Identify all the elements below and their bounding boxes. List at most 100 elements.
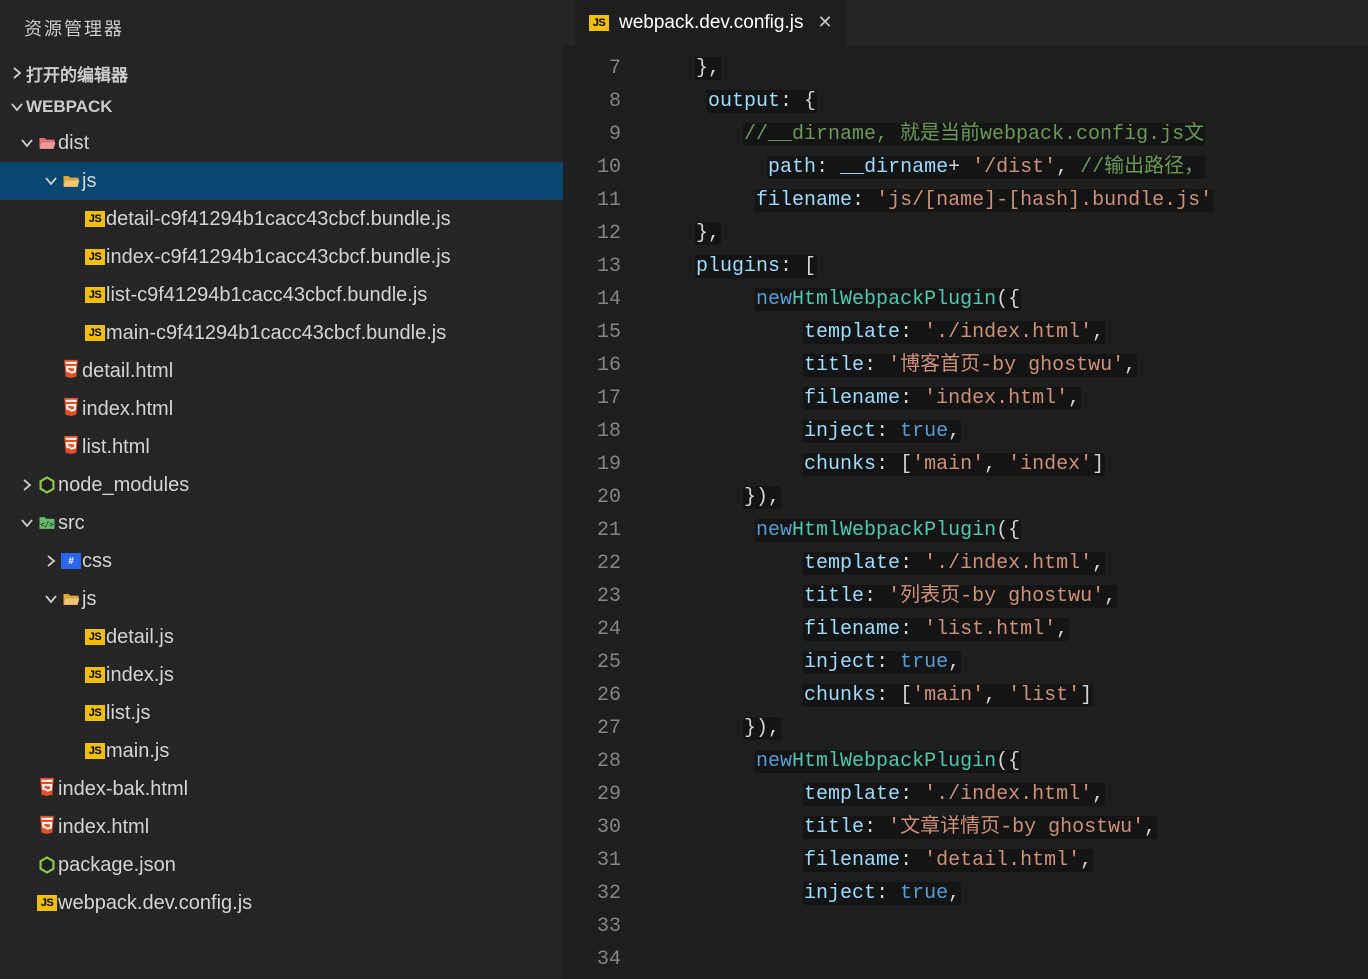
line-number: 17 <box>563 382 621 415</box>
code-line <box>647 943 1368 976</box>
line-number: 22 <box>563 547 621 580</box>
code-line: inject: true, <box>647 646 1368 679</box>
tree-item-label: list-c9f41294b1cacc43cbcf.bundle.js <box>106 284 427 307</box>
file-detail-html[interactable]: detail.html <box>0 352 563 390</box>
code-line: }, <box>647 52 1368 85</box>
file-main-bundle[interactable]: JSmain-c9f41294b1cacc43cbcf.bundle.js <box>0 314 563 352</box>
js-file-icon: JS <box>84 743 106 759</box>
file-list-html[interactable]: list.html <box>0 428 563 466</box>
code-line: newHtmlWebpackPlugin({ <box>647 283 1368 316</box>
tree-item-label: index-bak.html <box>58 778 188 801</box>
file-list-js[interactable]: JSlist.js <box>0 694 563 732</box>
file-root-index-html[interactable]: index.html <box>0 808 563 846</box>
file-main-js[interactable]: JSmain.js <box>0 732 563 770</box>
tree-item-label: dist <box>58 132 89 155</box>
editor-pane: JS webpack.dev.config.js ✕ 7891011121314… <box>563 0 1368 979</box>
line-number: 29 <box>563 778 621 811</box>
folder-node-modules[interactable]: node_modules <box>0 466 563 504</box>
folder-css[interactable]: #css <box>0 542 563 580</box>
open-editors-section[interactable]: 打开的编辑器 <box>0 56 563 90</box>
tree-item-label: detail.js <box>106 626 174 649</box>
code-line: filename: 'list.html', <box>647 613 1368 646</box>
file-detail-bundle[interactable]: JSdetail-c9f41294b1cacc43cbcf.bundle.js <box>0 200 563 238</box>
line-number: 25 <box>563 646 621 679</box>
line-number: 24 <box>563 613 621 646</box>
line-number: 28 <box>563 745 621 778</box>
line-number: 10 <box>563 151 621 184</box>
file-index-bak-html[interactable]: index-bak.html <box>0 770 563 808</box>
file-dist-index-html[interactable]: index.html <box>0 390 563 428</box>
editor-tab-webpack-config[interactable]: JS webpack.dev.config.js ✕ <box>575 0 847 45</box>
tree-item-label: package.json <box>58 854 176 877</box>
tab-close-icon[interactable]: ✕ <box>817 12 832 33</box>
folder-open-icon <box>60 171 82 191</box>
file-detail-js[interactable]: JSdetail.js <box>0 618 563 656</box>
line-number: 11 <box>563 184 621 217</box>
chevron-down-icon <box>42 593 60 605</box>
editor-tabbar: JS webpack.dev.config.js ✕ <box>563 0 1368 46</box>
chevron-right-icon <box>18 479 36 491</box>
editor-tab-label: webpack.dev.config.js <box>619 12 803 34</box>
tree-item-label: main.js <box>106 740 169 763</box>
tree-item-label: index-c9f41294b1cacc43cbcf.bundle.js <box>106 246 451 269</box>
folder-dist[interactable]: dist <box>0 124 563 162</box>
chevron-down-icon <box>8 101 26 113</box>
code-line: newHtmlWebpackPlugin({ <box>647 745 1368 778</box>
file-webpack-dev-config[interactable]: JSwebpack.dev.config.js <box>0 884 563 922</box>
code-line: plugins: [ <box>647 250 1368 283</box>
line-number: 16 <box>563 349 621 382</box>
js-file-icon: JS <box>84 287 106 303</box>
js-file-icon: JS <box>84 629 106 645</box>
tree-item-label: list.html <box>82 436 150 459</box>
folder-src[interactable]: </> src <box>0 504 563 542</box>
src-folder-icon: </> <box>36 513 58 533</box>
line-number: 18 <box>563 415 621 448</box>
tree-item-label: main-c9f41294b1cacc43cbcf.bundle.js <box>106 322 446 345</box>
folder-open-icon <box>60 589 82 609</box>
line-number: 33 <box>563 910 621 943</box>
svg-text:</>: </> <box>40 520 54 529</box>
line-number: 20 <box>563 481 621 514</box>
tree-item-label: index.html <box>82 398 173 421</box>
line-number: 32 <box>563 877 621 910</box>
code-line: inject: true, <box>647 415 1368 448</box>
line-number: 14 <box>563 283 621 316</box>
folder-src-js[interactable]: js <box>0 580 563 618</box>
project-section[interactable]: WEBPACK <box>0 90 563 124</box>
code-line <box>647 910 1368 943</box>
code-line: template: './index.html', <box>647 316 1368 349</box>
line-number: 21 <box>563 514 621 547</box>
code-line: title: '博客首页-by ghostwu', <box>647 349 1368 382</box>
folder-dist-js[interactable]: js <box>0 162 563 200</box>
tree-item-label: webpack.dev.config.js <box>58 892 252 915</box>
chevron-down-icon <box>18 137 36 149</box>
js-file-icon: JS <box>84 667 106 683</box>
file-package-json[interactable]: package.json <box>0 846 563 884</box>
js-file-icon: JS <box>84 705 106 721</box>
code-content[interactable]: }, output: { //__dirname, 就是当前webpack.co… <box>647 46 1368 979</box>
chevron-right-icon <box>42 555 60 567</box>
node-icon <box>36 855 58 875</box>
project-label: WEBPACK <box>26 97 113 117</box>
code-line: }), <box>647 712 1368 745</box>
line-number: 7 <box>563 52 621 85</box>
js-file-icon: JS <box>84 249 106 265</box>
tree-item-label: detail.html <box>82 360 173 383</box>
code-line: }), <box>647 481 1368 514</box>
js-file-icon: JS <box>36 895 58 911</box>
css-folder-icon: # <box>60 553 82 569</box>
tree-item-label: node_modules <box>58 474 189 497</box>
file-list-bundle[interactable]: JSlist-c9f41294b1cacc43cbcf.bundle.js <box>0 276 563 314</box>
file-index-js[interactable]: JSindex.js <box>0 656 563 694</box>
line-number: 8 <box>563 85 621 118</box>
js-file-icon: JS <box>84 325 106 341</box>
file-index-bundle[interactable]: JSindex-c9f41294b1cacc43cbcf.bundle.js <box>0 238 563 276</box>
code-line: title: '列表页-by ghostwu', <box>647 580 1368 613</box>
line-number: 19 <box>563 448 621 481</box>
code-line: filename: 'detail.html', <box>647 844 1368 877</box>
html-file-icon <box>60 358 82 384</box>
code-line: output: { <box>647 85 1368 118</box>
tree-item-label: src <box>58 512 85 535</box>
editor-code-area[interactable]: 7891011121314151617181920212223242526272… <box>563 46 1368 979</box>
code-line: newHtmlWebpackPlugin({ <box>647 514 1368 547</box>
